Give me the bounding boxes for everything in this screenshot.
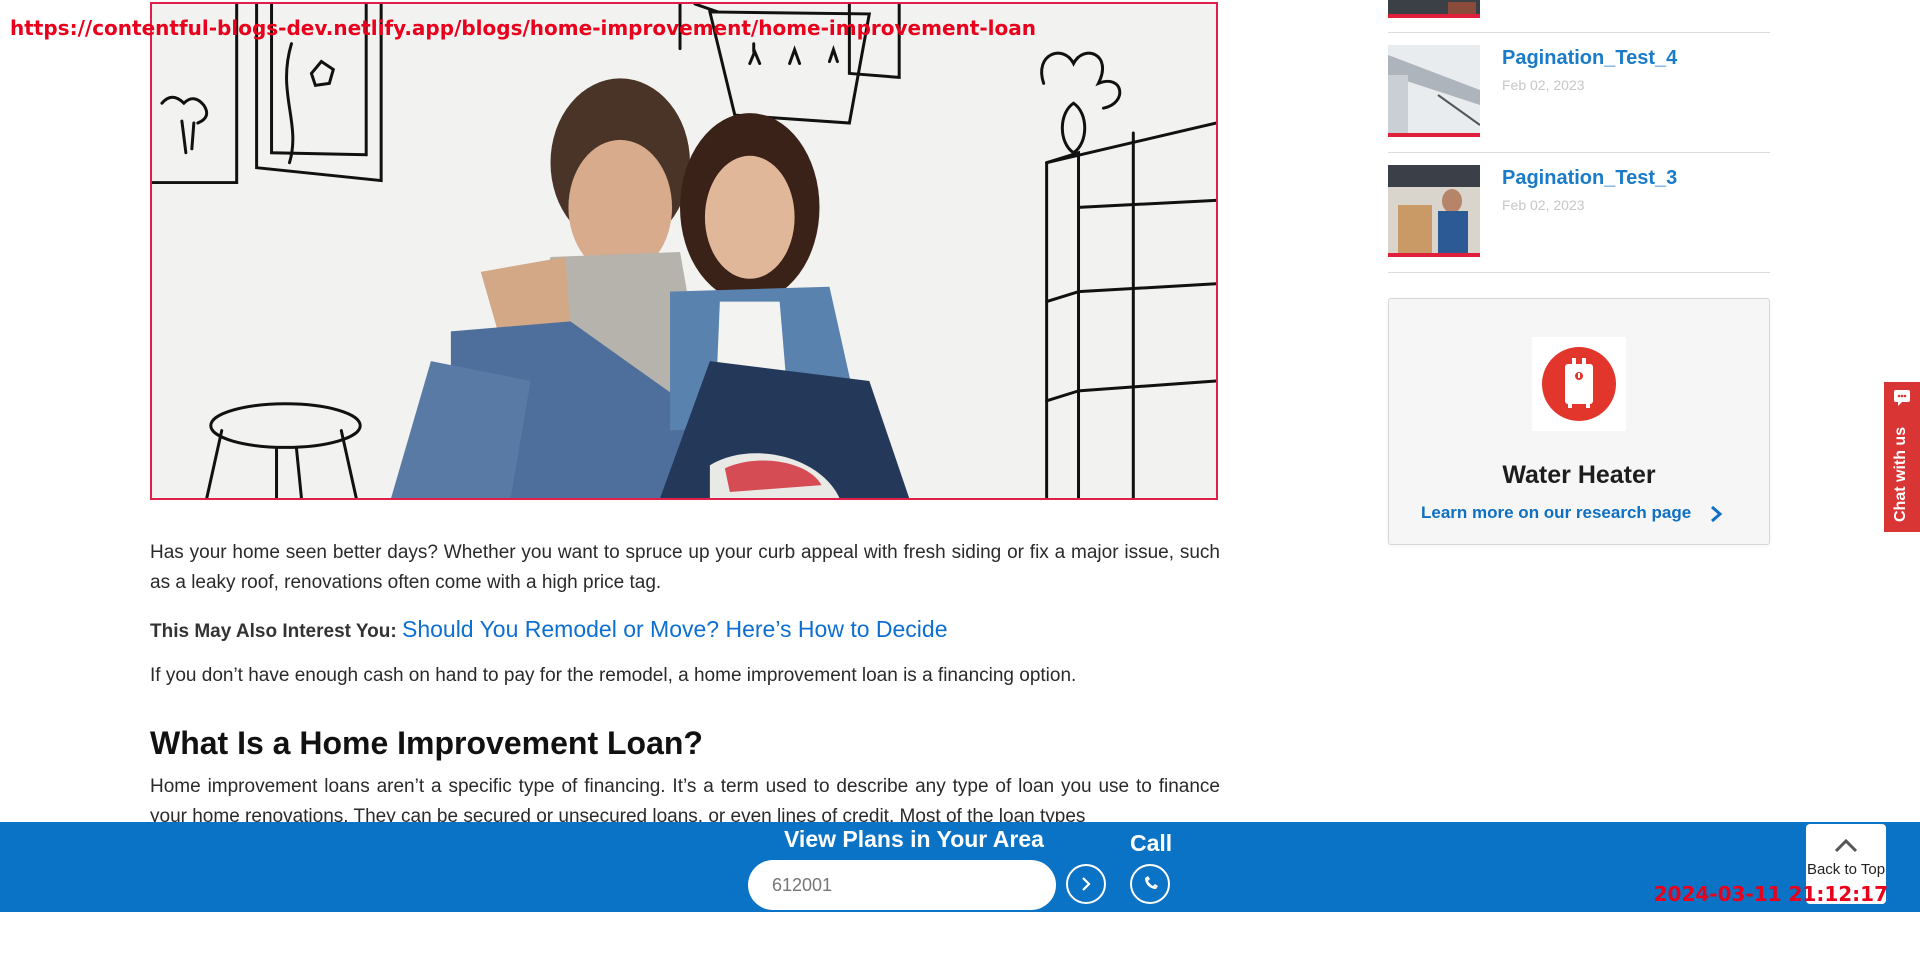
research-link[interactable]: Learn more on our research page [1421,503,1691,523]
water-heater-icon-box [1532,337,1626,431]
call-label: Call [1130,830,1173,856]
chevron-up-icon [1834,838,1858,853]
thumbnail-image [1388,45,1480,133]
post-title[interactable]: Pagination_Test_3 [1502,167,1677,190]
chevron-right-icon [1082,877,1091,891]
post-date: Feb 02, 2023 [1502,77,1585,93]
post-date: Feb 02, 2023 [1502,197,1585,213]
financing-paragraph: If you don’t have enough cash on hand to… [150,665,1077,686]
related-label: This May Also Interest You: [150,621,397,642]
water-heater-card[interactable]: Water Heater Learn more on our research … [1388,298,1770,545]
chat-bubble-icon [1894,390,1910,406]
section-heading: What Is a Home Improvement Loan? [150,725,703,761]
chat-label: Chat with us [1892,426,1909,522]
phone-icon [1145,876,1158,889]
view-plans-title: View Plans in Your Area [784,826,1044,852]
water-heater-icon [1542,347,1616,421]
thumbnail-image [1388,0,1480,14]
url-overlay: https://contentful-blogs-dev.netlify.app… [10,16,1036,40]
card-title: Water Heater [1502,461,1656,489]
post-thumbnail[interactable] [1388,45,1480,137]
sidebar-post-partial[interactable] [1388,0,1770,33]
submit-zip-button[interactable] [1066,864,1106,904]
sidebar-post[interactable]: Pagination_Test_4 Feb 02, 2023 [1388,33,1770,153]
post-title[interactable]: Pagination_Test_4 [1502,47,1677,70]
back-to-top-label: Back to Top [1806,861,1886,878]
timestamp-overlay: 2024-03-11 21:12:17 [1653,882,1888,906]
post-thumbnail[interactable] [1388,0,1480,18]
related-link[interactable]: Should You Remodel or Move? Here’s How t… [402,616,948,642]
chat-tab[interactable]: Chat with us [1884,382,1920,532]
bottom-cta-bar: View Plans in Your Area Call [0,822,1920,912]
intro-paragraph: Has your home seen better days? Whether … [150,542,1220,593]
sidebar-post[interactable]: Pagination_Test_3 Feb 02, 2023 [1388,153,1770,273]
thumbnail-image [1388,165,1480,253]
hero-illustration [152,4,1216,498]
hero-image [150,2,1218,500]
article-body: Has your home seen better days? Whether … [150,538,1220,832]
call-button[interactable] [1130,864,1170,904]
chevron-right-icon[interactable] [1709,505,1723,523]
post-thumbnail[interactable] [1388,165,1480,257]
sidebar: Pagination_Test_4 Feb 02, 2023 Paginatio… [1388,0,1770,545]
zip-code-input[interactable] [748,860,1056,910]
related-article: This May Also Interest You: Should You R… [150,614,1220,647]
